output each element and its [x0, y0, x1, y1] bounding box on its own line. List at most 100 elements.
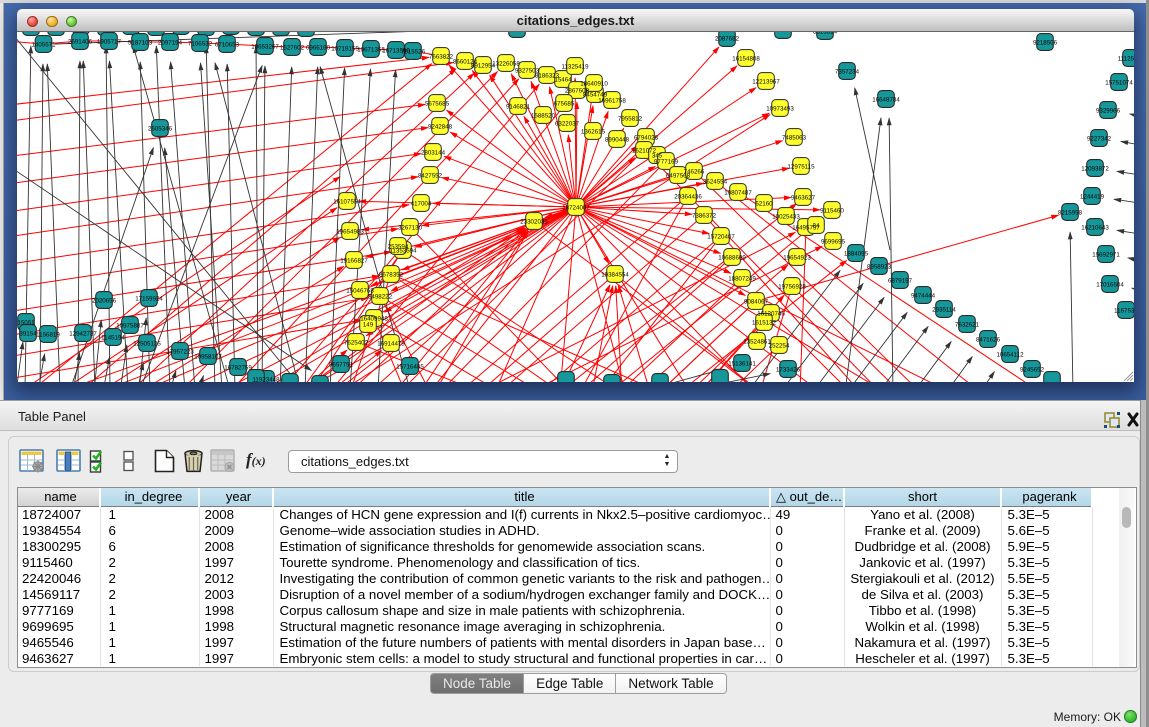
- svg-text:1884095: 1884095: [844, 251, 869, 258]
- svg-text:15720407: 15720407: [707, 234, 735, 241]
- svg-text:10719155: 10719155: [331, 46, 359, 53]
- svg-text:10807487: 10807487: [724, 190, 752, 197]
- svg-text:7485063: 7485063: [782, 135, 807, 142]
- svg-text:15751074: 15751074: [1105, 80, 1133, 87]
- svg-text:9146821: 9146821: [506, 104, 531, 111]
- svg-text:7625402: 7625402: [344, 340, 369, 347]
- svg-text:9699695: 9699695: [821, 239, 846, 246]
- svg-text:8813014: 8813014: [813, 32, 838, 36]
- svg-text:9245652: 9245652: [1020, 367, 1045, 374]
- svg-text:2087682: 2087682: [715, 36, 740, 43]
- svg-text:6794028: 6794028: [634, 135, 659, 142]
- svg-text:2605346: 2605346: [148, 126, 173, 133]
- svg-text:417004: 417004: [411, 201, 432, 208]
- svg-text:10973493: 10973493: [766, 106, 794, 113]
- svg-text:8215958: 8215958: [1058, 210, 1083, 217]
- svg-text:9084067: 9084067: [744, 299, 769, 306]
- svg-text:252254: 252254: [769, 343, 790, 350]
- svg-text:19384554: 19384554: [601, 272, 629, 279]
- svg-text:12942737: 12942737: [69, 331, 97, 338]
- svg-text:5187103: 5187103: [128, 40, 153, 47]
- svg-text:2691406: 2691406: [68, 39, 93, 46]
- svg-text:19756928: 19756928: [778, 284, 806, 291]
- svg-text:9115460: 9115460: [820, 208, 844, 215]
- svg-text:7663822: 7663822: [429, 54, 454, 61]
- svg-text:16782759: 16782759: [224, 365, 252, 372]
- svg-text:15136141: 15136141: [728, 361, 756, 368]
- svg-text:6966160: 6966160: [306, 45, 331, 52]
- svg-text:15692971: 15692971: [1092, 252, 1120, 259]
- svg-text:1833804: 1833804: [505, 32, 530, 34]
- svg-text:11325419: 11325419: [561, 64, 589, 71]
- svg-text:18807249: 18807249: [728, 276, 756, 283]
- svg-text:9463627: 9463627: [791, 195, 816, 202]
- svg-text:10025433: 10025433: [772, 214, 800, 221]
- svg-text:16120746: 16120746: [757, 311, 785, 318]
- svg-text:1167531: 1167531: [1114, 308, 1134, 315]
- svg-text:8471626: 8471626: [976, 337, 1001, 344]
- svg-text:9474444: 9474444: [911, 293, 936, 300]
- svg-text:12213967: 12213967: [752, 79, 780, 86]
- svg-text:17016504: 17016504: [1096, 282, 1124, 289]
- svg-text:17957223: 17957223: [166, 349, 194, 356]
- svg-text:7632621: 7632621: [955, 322, 980, 329]
- svg-text:149: 149: [363, 322, 374, 329]
- svg-text:13226058: 13226058: [492, 61, 520, 68]
- svg-text:675685: 675685: [554, 101, 575, 108]
- svg-text:16648784: 16648784: [872, 97, 900, 104]
- svg-text:19166827: 19166827: [340, 258, 368, 265]
- svg-text:9329966: 9329966: [1096, 108, 1121, 115]
- svg-text:5675685: 5675685: [425, 101, 450, 108]
- svg-text:1527602: 1527602: [280, 45, 305, 52]
- svg-text:18640910: 18640910: [580, 81, 608, 88]
- svg-text:8427552: 8427552: [418, 173, 443, 180]
- svg-text:9242848: 9242848: [428, 124, 453, 131]
- svg-text:10958107: 10958107: [194, 354, 222, 361]
- svg-text:2935114: 2935114: [932, 307, 956, 314]
- svg-text:5498222: 5498222: [368, 294, 393, 301]
- svg-text:15051: 15051: [17, 320, 35, 327]
- svg-text:16107554: 16107554: [333, 199, 361, 206]
- svg-text:15716485: 15716485: [396, 364, 424, 371]
- svg-text:39154: 39154: [19, 331, 37, 338]
- svg-text:18724007: 18724007: [562, 205, 590, 212]
- svg-text:2020656: 2020656: [92, 298, 117, 305]
- svg-text:6879197: 6879197: [888, 278, 913, 285]
- svg-text:7386372: 7386372: [692, 213, 717, 220]
- svg-text:84: 84: [813, 223, 820, 230]
- svg-text:11125419: 11125419: [1118, 56, 1134, 63]
- svg-text:8990448: 8990448: [605, 137, 630, 144]
- svg-text:12093872: 12093872: [1081, 166, 1109, 173]
- svg-text:1615132: 1615132: [752, 320, 777, 327]
- svg-text:15046768: 15046768: [346, 288, 374, 295]
- svg-text:9227342: 9227342: [1087, 136, 1112, 143]
- svg-text:23302035: 23302035: [520, 219, 548, 226]
- svg-text:7515526: 7515526: [401, 49, 426, 56]
- svg-text:6710653: 6710653: [215, 42, 240, 49]
- svg-text:746266: 746266: [684, 169, 705, 176]
- svg-text:16210643: 16210643: [1081, 225, 1109, 232]
- svg-text:15464: 15464: [554, 77, 572, 84]
- svg-text:16961758: 16961758: [598, 98, 626, 105]
- svg-text:9657791: 9657791: [329, 362, 354, 369]
- svg-text:1733426: 1733426: [776, 367, 801, 374]
- svg-text:3624554: 3624554: [703, 179, 728, 186]
- svg-text:8678352: 8678352: [379, 272, 404, 279]
- svg-text:9777169: 9777169: [654, 159, 679, 166]
- svg-text:1244419: 1244419: [1080, 194, 1105, 201]
- svg-text:1362615: 1362615: [581, 129, 606, 136]
- svg-text:2803144: 2803144: [421, 150, 446, 157]
- svg-text:1156819: 1156819: [36, 332, 60, 339]
- svg-text:7106532: 7106532: [188, 41, 213, 48]
- svg-text:7955812: 7955812: [618, 116, 643, 123]
- svg-text:12975115: 12975115: [787, 164, 815, 171]
- svg-text:1405571: 1405571: [31, 42, 56, 49]
- svg-text:9218506: 9218506: [1033, 40, 1058, 47]
- svg-text:10688609: 10688609: [718, 255, 746, 262]
- svg-text:19654983: 19654983: [336, 229, 364, 236]
- svg-text:1588520: 1588520: [531, 113, 556, 120]
- svg-text:1145194: 1145194: [101, 335, 125, 342]
- svg-text:20364436: 20364436: [674, 194, 702, 201]
- svg-text:13524861: 13524861: [743, 339, 771, 346]
- svg-text:19654923: 19654923: [783, 255, 811, 262]
